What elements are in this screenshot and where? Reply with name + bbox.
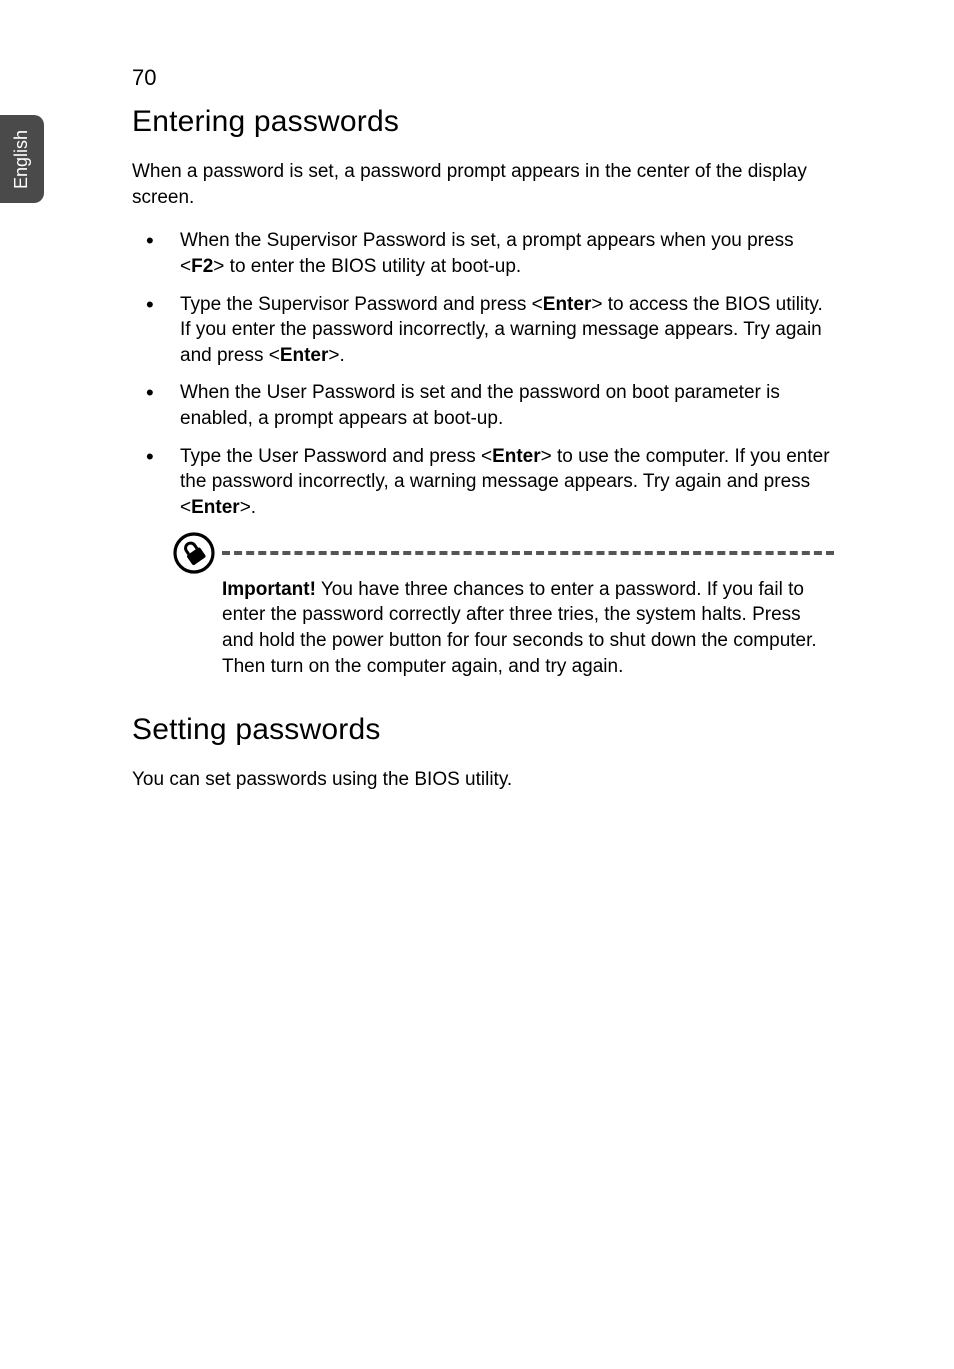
section1-intro: When a password is set, a password promp… [132, 159, 832, 210]
language-label: English [12, 129, 33, 188]
bullet-text: >. [328, 345, 344, 366]
page-content: Entering passwords When a password is se… [132, 105, 832, 811]
list-item: Type the Supervisor Password and press <… [132, 292, 832, 369]
section1-title: Entering passwords [132, 105, 832, 139]
section2: Setting passwords You can set passwords … [132, 713, 832, 793]
list-item: When the User Password is set and the pa… [132, 380, 832, 431]
bullet-text: Type the User Password and press < [180, 446, 492, 467]
bullet-text: > to enter the BIOS utility at boot-up. [213, 256, 521, 277]
key-f2: F2 [191, 256, 213, 277]
divider-dashed [222, 551, 834, 555]
lock-icon [172, 531, 216, 575]
important-block: Important! You have three chances to ent… [132, 537, 832, 680]
important-text: Important! You have three chances to ent… [132, 537, 837, 680]
bullet-text: >. [240, 497, 256, 518]
key-enter: Enter [543, 294, 592, 315]
bullet-list: When the Supervisor Password is set, a p… [132, 228, 832, 520]
section2-title: Setting passwords [132, 713, 832, 747]
bullet-text: Type the Supervisor Password and press < [180, 294, 543, 315]
section2-intro: You can set passwords using the BIOS uti… [132, 767, 832, 793]
key-enter: Enter [191, 497, 240, 518]
bullet-text: When the User Password is set and the pa… [180, 382, 780, 429]
page-number: 70 [132, 65, 156, 91]
list-item: Type the User Password and press <Enter>… [132, 444, 832, 521]
key-enter: Enter [280, 345, 329, 366]
key-enter: Enter [492, 446, 541, 467]
language-tab: English [0, 115, 44, 203]
list-item: When the Supervisor Password is set, a p… [132, 228, 832, 279]
important-label: Important! [222, 579, 316, 600]
